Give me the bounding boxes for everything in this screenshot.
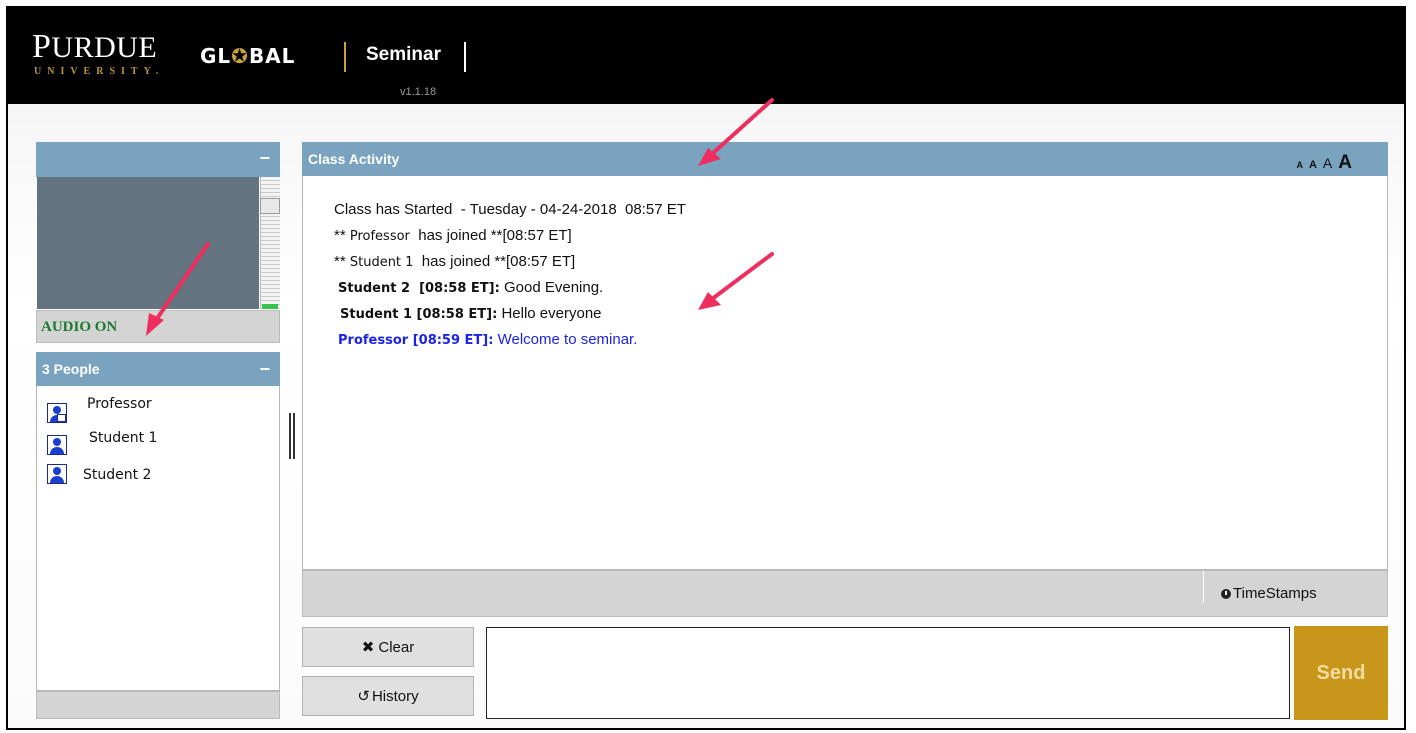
clear-button[interactable]: ✖ Clear bbox=[302, 627, 474, 667]
top-header: PURDUE UNIVERSITY. GL✪BAL Seminar v1.1.1… bbox=[8, 8, 1404, 104]
clock-icon bbox=[1221, 589, 1231, 599]
participant-student-1[interactable]: Student 1 bbox=[47, 430, 157, 455]
panel-resize-handle[interactable] bbox=[289, 413, 295, 459]
history-button[interactable]: ↺ History bbox=[302, 676, 474, 716]
participant-name: Professor bbox=[87, 396, 152, 412]
participant-student-2[interactable]: Student 2 bbox=[47, 464, 151, 484]
video-area bbox=[37, 177, 259, 309]
user-icon bbox=[47, 464, 67, 484]
people-panel-footer bbox=[36, 691, 280, 719]
presenter-icon bbox=[47, 403, 67, 423]
participant-name: Student 2 bbox=[83, 467, 152, 483]
globe-icon: ✪ bbox=[231, 44, 249, 68]
people-panel-header: 3 People − bbox=[36, 352, 280, 386]
audio-status-bar: AUDIO ON bbox=[36, 310, 280, 343]
chat-transcript: Class has Started - Tuesday - 04-24-2018… bbox=[302, 176, 1388, 570]
chat-message-professor: Professor [08:59 ET]: Welcome to seminar… bbox=[338, 331, 638, 348]
participant-name: Student 1 bbox=[89, 430, 158, 446]
people-minimize-button[interactable]: − bbox=[259, 352, 270, 386]
footer-divider bbox=[1203, 571, 1204, 603]
send-button[interactable]: Send bbox=[1294, 626, 1388, 720]
audio-status-label: AUDIO ON bbox=[41, 319, 118, 335]
app-version: v1.1.18 bbox=[400, 86, 437, 98]
message-input[interactable] bbox=[486, 627, 1290, 719]
video-panel-header: − bbox=[36, 142, 280, 177]
app-window: PURDUE UNIVERSITY. GL✪BAL Seminar v1.1.1… bbox=[6, 6, 1406, 730]
logo-university-text: UNIVERSITY. bbox=[34, 66, 165, 77]
volume-slider-track[interactable] bbox=[260, 177, 280, 309]
people-count-title: 3 People bbox=[42, 361, 100, 377]
class-activity-header: Class Activity A A A A bbox=[302, 142, 1388, 176]
people-list: Professor Student 1 Student 2 bbox=[36, 386, 280, 691]
header-divider bbox=[344, 42, 346, 72]
global-logo: GL✪BAL bbox=[200, 44, 296, 68]
history-icon: ↺ bbox=[357, 688, 370, 705]
font-size-m-button[interactable]: A bbox=[1323, 146, 1332, 180]
class-activity-title: Class Activity bbox=[308, 151, 400, 167]
class-activity-footer: TimeStamps bbox=[302, 570, 1388, 617]
header-divider bbox=[464, 42, 466, 72]
font-size-l-button[interactable]: A bbox=[1338, 146, 1352, 180]
purdue-logo: PURDUE bbox=[32, 28, 158, 65]
close-x-icon: ✖ bbox=[361, 639, 375, 656]
participant-professor[interactable]: Professor bbox=[47, 396, 152, 423]
timestamps-toggle[interactable]: TimeStamps bbox=[1221, 585, 1317, 602]
volume-level-indicator bbox=[262, 304, 278, 309]
volume-slider-handle[interactable] bbox=[260, 198, 280, 214]
video-minimize-button[interactable]: − bbox=[259, 148, 270, 169]
user-icon bbox=[47, 435, 67, 455]
app-title: Seminar bbox=[366, 44, 441, 65]
